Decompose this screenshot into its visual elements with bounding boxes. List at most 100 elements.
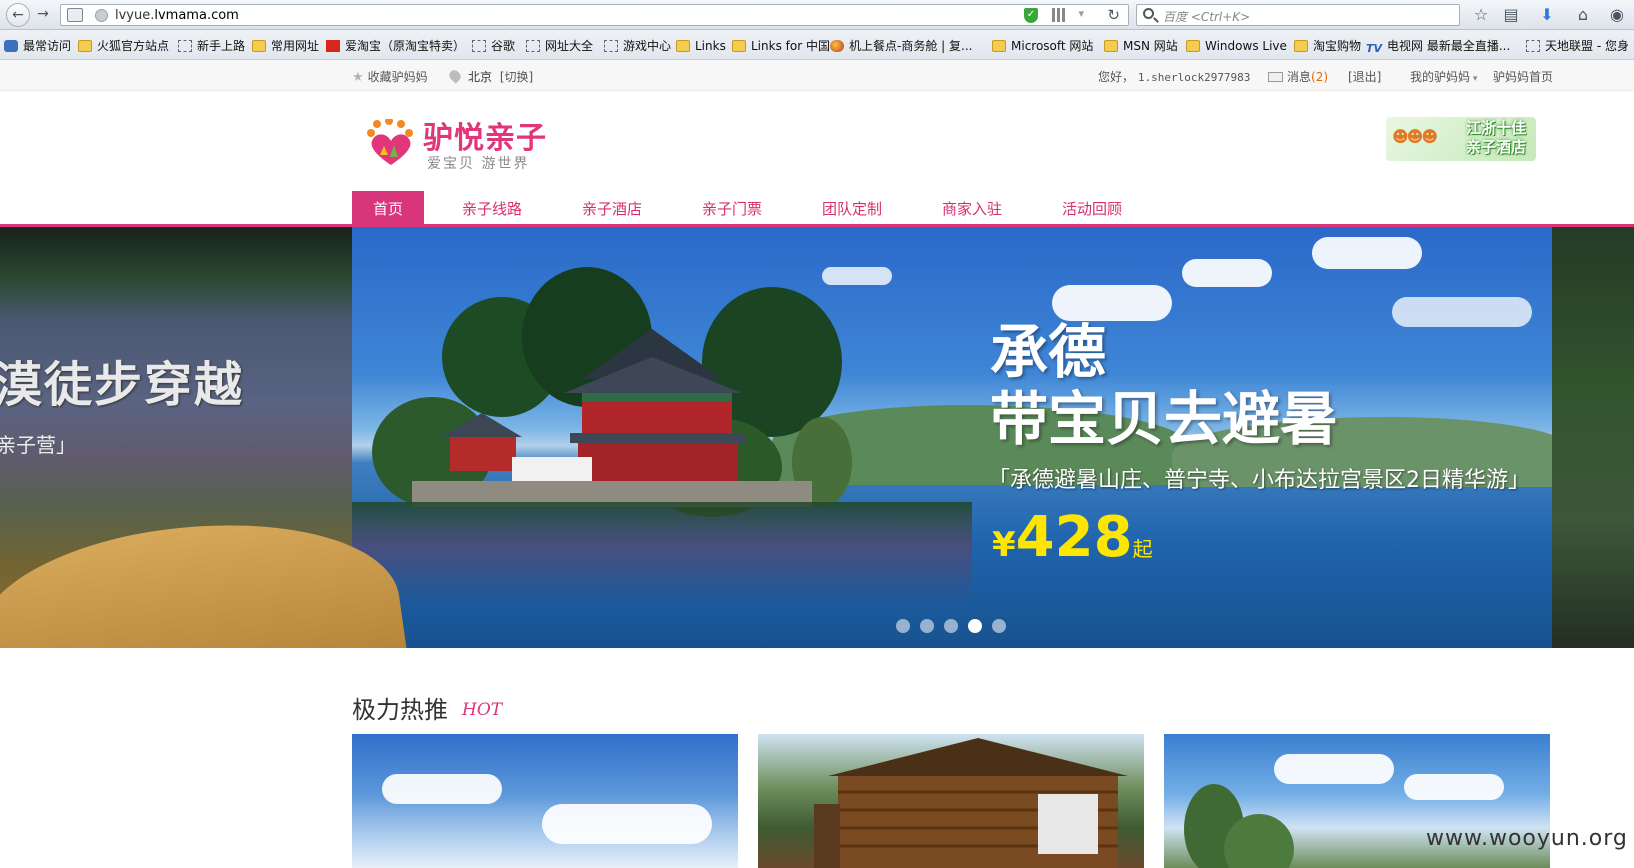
favorite-link[interactable]: ★ 收藏驴妈妈 (352, 68, 428, 85)
city-name: 北京 (468, 70, 493, 84)
username-link[interactable]: 1.sherlock2977983 (1138, 71, 1251, 84)
chevron-down-icon: ▾ (1470, 74, 1478, 84)
bookmark-item[interactable]: 机上餐点-商务舱 | 复... (830, 38, 972, 54)
url-text[interactable]: lvyue.lvmama.com (115, 8, 239, 23)
nav-hotels[interactable]: 亲子酒店 (562, 191, 662, 224)
bookmark-item[interactable]: 天地联盟 - 您身 (1526, 38, 1629, 54)
bookmark-label: 机上餐点-商务舱 | 复... (849, 39, 973, 53)
url-dropdown-icon[interactable]: ▾ (1078, 7, 1084, 20)
bookmark-item[interactable]: 最常访问 (4, 38, 71, 54)
bookmark-item[interactable]: 爱淘宝（原淘宝特卖） (326, 38, 465, 54)
nav-merchant-join[interactable]: 商家入驻 (922, 191, 1022, 224)
folder-icon (78, 40, 92, 52)
bookmark-label: Microsoft 网站 (1011, 39, 1094, 53)
address-bar[interactable]: lvyue.lvmama.com ✓ ▾ ↻ (60, 4, 1129, 26)
banner-next-slide[interactable] (1552, 227, 1634, 648)
my-account-menu[interactable]: 我的驴妈妈 ▾ (1410, 68, 1477, 85)
carousel-dot[interactable] (968, 619, 982, 633)
bookmark-label: 电视网 最新最全直播... (1387, 39, 1511, 53)
carousel-dot[interactable] (992, 619, 1006, 633)
kids-illustration-icon: ☻☻☻ (1392, 127, 1438, 146)
promo-badge[interactable]: ☻☻☻ 江浙十佳 亲子酒店 (1386, 117, 1536, 161)
price-suffix: 起 (1132, 537, 1153, 561)
switch-city-link[interactable]: [切换] (500, 70, 533, 84)
qr-code-icon[interactable] (1052, 8, 1066, 22)
folder-icon (1186, 40, 1200, 52)
city-selector[interactable]: 北京 [切换] (447, 68, 533, 85)
hot-card[interactable] (352, 734, 738, 868)
bookmark-label: 火狐官方站点 (97, 39, 170, 53)
site-logo[interactable]: 驴悦亲子 爱宝贝 游世界 (363, 113, 563, 173)
bookmark-item[interactable]: 火狐官方站点 (78, 38, 169, 54)
download-icon[interactable]: ⬇ (1536, 4, 1558, 26)
search-box[interactable]: 百度 <Ctrl+K> (1136, 4, 1460, 26)
bookmark-item[interactable]: TV 电视网 最新最全直播... (1366, 38, 1511, 55)
bookmark-item[interactable]: Links for 中国 (732, 38, 830, 54)
folder-icon (732, 40, 746, 52)
messages-label: 消息 (1287, 70, 1312, 84)
tv-icon: TV (1366, 42, 1383, 55)
site-header: 驴悦亲子 爱宝贝 游世界 ☻☻☻ 江浙十佳 亲子酒店 (0, 91, 1634, 191)
bookmark-label: 谷歌 (491, 39, 516, 53)
carousel-dot[interactable] (920, 619, 934, 633)
bookmark-item[interactable]: 谷歌 (472, 38, 515, 54)
my-account-label: 我的驴妈妈 (1410, 70, 1471, 84)
bookmark-label: 爱淘宝（原淘宝特卖） (345, 39, 466, 53)
promo-text: 江浙十佳 亲子酒店 (1458, 119, 1534, 157)
water-reflection (352, 502, 972, 648)
blank-page-icon (472, 40, 486, 52)
logo-text: 驴悦亲子 (423, 121, 547, 156)
bookmark-item[interactable]: Windows Live (1186, 38, 1287, 54)
browser-toolbar: ← → lvyue.lvmama.com ✓ ▾ ↻ 百度 <Ctrl+K> ☆… (0, 0, 1634, 30)
app-grid-icon[interactable] (67, 8, 83, 22)
cloud-image (382, 774, 502, 804)
nav-tickets[interactable]: 亲子门票 (682, 191, 782, 224)
search-icon[interactable] (1143, 8, 1154, 19)
nav-routes[interactable]: 亲子线路 (442, 191, 542, 224)
bookmark-label: MSN 网站 (1123, 39, 1178, 53)
home-link[interactable]: 驴妈妈首页 (1493, 68, 1553, 85)
bookmark-label: 淘宝购物 (1313, 39, 1362, 53)
bookmark-item[interactable]: Links (676, 38, 726, 54)
banner-description: 「承德避暑山庄、普宁寺、小布达拉宫景区2日精华游」 (988, 468, 1530, 493)
bookmark-item[interactable]: 淘宝购物 (1294, 38, 1361, 54)
bookmark-label: Links for 中国 (751, 39, 830, 53)
bookmark-item[interactable]: 网址大全 (526, 38, 593, 54)
carousel-dot[interactable] (944, 619, 958, 633)
cloud-image (542, 804, 712, 844)
site-identity-icon[interactable] (95, 9, 108, 22)
bookmark-item[interactable]: MSN 网站 (1104, 38, 1178, 54)
bookmark-label: 最常访问 (23, 39, 72, 53)
cloud-image (1392, 297, 1532, 327)
home-icon[interactable]: ⌂ (1572, 4, 1594, 26)
site-top-bar: ★ 收藏驴妈妈 北京 [切换] 您好， 1.sherlock2977983 消息(… (0, 60, 1634, 91)
forward-icon[interactable]: → (33, 3, 53, 27)
nav-team-custom[interactable]: 团队定制 (802, 191, 902, 224)
url-prefix: lvyue. (115, 8, 155, 23)
messages-link[interactable]: 消息(2) (1268, 68, 1328, 85)
bookmark-item[interactable]: 新手上路 (178, 38, 245, 54)
bookmark-item[interactable]: 常用网址 (252, 38, 319, 54)
bookmark-star-icon[interactable]: ☆ (1470, 4, 1492, 26)
logout-link[interactable]: [退出] (1348, 68, 1381, 85)
messages-count: (2) (1311, 70, 1329, 84)
banner-current-slide[interactable]: 承德 带宝贝去避暑 「承德避暑山庄、普宁寺、小布达拉宫景区2日精华游」 ¥428… (352, 227, 1552, 648)
cloud-image (1182, 259, 1272, 287)
bookmark-label: Windows Live (1205, 39, 1287, 53)
pavilion-image (412, 329, 812, 507)
carousel-dot[interactable] (896, 619, 910, 633)
reload-icon[interactable]: ↻ (1107, 6, 1120, 24)
nav-home[interactable]: 首页 (352, 191, 424, 224)
price-amount: 428 (1015, 505, 1133, 570)
banner-prev-slide[interactable]: 漠徒步穿越 亲子营」 (0, 227, 411, 648)
hot-card[interactable] (758, 734, 1144, 868)
back-icon[interactable]: ← (6, 3, 30, 27)
reading-list-icon[interactable]: ▤ (1500, 4, 1522, 26)
banner-carousel[interactable]: 漠徒步穿越 亲子营」 承德 带宝贝去避暑 「承德避暑山庄、普宁寺、小布达拉宫景区… (0, 227, 1634, 648)
bookmark-item[interactable]: 游戏中心 (604, 38, 671, 54)
blank-page-icon (526, 40, 540, 52)
security-shield-icon[interactable]: ✓ (1024, 8, 1038, 23)
bookmark-item[interactable]: Microsoft 网站 (992, 38, 1093, 54)
chat-icon[interactable]: ◉ (1606, 4, 1628, 26)
nav-events-review[interactable]: 活动回顾 (1042, 191, 1142, 224)
